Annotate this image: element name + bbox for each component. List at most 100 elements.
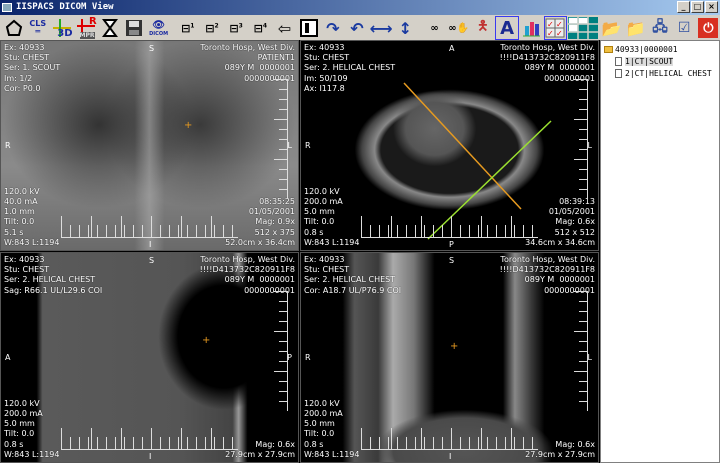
orientation-top: S (149, 44, 155, 53)
overlay-line: Tilt: 0.0 (4, 429, 35, 439)
overlay-line: 089Y M 0000001 (524, 275, 595, 285)
layout-4-icon: ⊟4 (253, 21, 267, 35)
app-icon (2, 3, 12, 12)
horizontal-scale-ruler (361, 428, 538, 450)
vertical-scale-ruler (274, 291, 288, 411)
svg-text:✓: ✓ (556, 20, 563, 29)
overlay-line: Tilt: 0.0 (4, 217, 35, 227)
orientation-bottom: P (449, 240, 454, 249)
open-folder-button[interactable]: 📁 (624, 16, 647, 40)
crosshair-marker[interactable]: + (450, 341, 458, 352)
overlay-line: Toronto Hosp, West Div. (200, 255, 295, 264)
viewport-grid: Ex: 40933 Stu: CHEST Ser: 1. SCOUT Im: 1/2 C… (0, 40, 600, 463)
tree-root-study[interactable]: 40933|0000001 (604, 44, 678, 55)
save-button[interactable] (123, 16, 146, 40)
overlay-bottom-left: 120.0 kV 200.0 mA 5.0 mm Tilt: 0.0 0.8 s W:84… (4, 399, 59, 460)
arrow-left-icon: ⇦ (277, 18, 292, 38)
overlay-line: Ex: 40933 (304, 43, 345, 52)
overlay-line: Ex: 40933 (4, 43, 45, 52)
hourglass-button[interactable] (99, 16, 122, 40)
rotate-left-button[interactable]: ↶ (345, 16, 368, 40)
layout-3-button[interactable]: ⊟3 (225, 16, 248, 40)
overlay-line: Cor: P0.0 (4, 83, 41, 93)
measure-button[interactable]: 🯅 (471, 16, 494, 40)
crosshair-marker[interactable]: + (202, 335, 210, 346)
overlay-line: 089Y M 0000001 (524, 63, 595, 73)
rotate-right-button[interactable]: ↷ (321, 16, 344, 40)
layout-4-button[interactable]: ⊟4 (249, 16, 272, 40)
overlay-line: PATIENT1 (257, 53, 295, 63)
title-bar: IISPACS DICOM View _ □ × (0, 0, 720, 15)
window-title: IISPACS DICOM View (16, 2, 114, 12)
tree-series-1[interactable]: 1|CT|SCOUT (615, 56, 674, 67)
overlay-line: W:843 L:1194 (4, 237, 60, 247)
mpr-button[interactable]: R MPR (75, 16, 98, 40)
overlay-line: Im: 50/109 (304, 73, 348, 83)
cls-button[interactable]: CLS ═ (26, 16, 49, 40)
orientation-right: L (587, 353, 592, 362)
orientation-left: A (5, 353, 11, 362)
svg-text:✓: ✓ (547, 20, 554, 29)
viewport-coronal[interactable]: Ex: 40933 Stu: CHEST Ser: 2. HELICAL CHEST… (300, 252, 599, 463)
minimize-button[interactable]: _ (677, 1, 690, 13)
overlay-top-right: Toronto Hosp, West Div. !!!!D413732C82091… (500, 43, 595, 84)
checklist-icon: ☑ (677, 20, 691, 36)
series-label: 2|CT|HELICAL CHEST (625, 69, 712, 78)
orientation-left: R (5, 141, 11, 150)
overlay-line: 0.8 s (4, 439, 24, 449)
dicom-info-button[interactable]: 👁 DICOM (147, 16, 170, 40)
invert-button[interactable] (297, 16, 320, 40)
overlay-line: W:843 L:1194 (304, 237, 360, 247)
overlay-line: 120.0 kV (304, 186, 340, 196)
floppy-disk-icon (126, 20, 143, 36)
orientation-left: R (305, 353, 311, 362)
overlay-line: Tilt: 0.0 (304, 429, 335, 439)
pan-button[interactable]: ∞✋ (447, 16, 470, 40)
flip-vertical-button[interactable]: ↕ (394, 16, 417, 40)
overlay-top-left: Ex: 40933 Stu: CHEST Ser: 2. HELICAL CHEST… (4, 255, 102, 296)
crosshair-marker[interactable]: + (184, 120, 192, 131)
colormap-button[interactable] (520, 16, 543, 40)
layout-2-button[interactable]: ⊟2 (200, 16, 223, 40)
grid-check-icon: ✓ ✓✓ ✓ (545, 18, 565, 38)
document-icon (615, 69, 622, 78)
overlay-line: Ser: 2. HELICAL CHEST (304, 63, 396, 73)
overlay-line: !!!!D413732C820911F8 (499, 53, 595, 63)
mpr-label: MPR (79, 32, 95, 39)
3d-button[interactable]: 3D (50, 16, 73, 40)
overlay-line: !!!!D413732C820911F8 (499, 265, 595, 275)
screen-layout-button[interactable] (568, 16, 599, 40)
home-icon (5, 19, 22, 36)
overlay-top-left: Ex: 40933 Stu: CHEST Ser: 2. HELICAL CHEST… (304, 43, 395, 94)
overlay-line: 200.0 mA (304, 196, 343, 206)
open-study-button[interactable]: 📂 (600, 16, 623, 40)
orange-reference-line[interactable] (403, 82, 522, 210)
overlay-line: 0.8 s (304, 439, 324, 449)
overlay-line: Ser: 2. HELICAL CHEST (4, 275, 96, 285)
orientation-bottom: I (449, 452, 452, 461)
overlay-line: Toronto Hosp, West Div. (500, 255, 595, 264)
overlay-line: !!!!D413732C820911F8 (199, 265, 295, 275)
viewport-scout[interactable]: Ex: 40933 Stu: CHEST Ser: 1. SCOUT Im: 1/2 C… (0, 40, 299, 251)
flip-vertical-icon: ↕ (398, 18, 413, 38)
overlay-line: 089Y M 0000001 (224, 275, 295, 285)
viewport-axial[interactable]: Ex: 40933 Stu: CHEST Ser: 2. HELICAL CHEST… (300, 40, 599, 251)
close-button[interactable]: × (705, 1, 718, 13)
select-images-button[interactable]: ✓ ✓ ✓ ✓ (543, 16, 568, 40)
overlay-top-right: Toronto Hosp, West Div. !!!!D413732C82091… (200, 255, 295, 296)
back-button[interactable]: ⇦ (273, 16, 296, 40)
tree-series-2[interactable]: 2|CT|HELICAL CHEST (615, 68, 712, 79)
maximize-button[interactable]: □ (691, 1, 704, 13)
overlay-line: 27.9cm x 27.9cm (525, 449, 595, 459)
viewport-sagittal[interactable]: Ex: 40933 Stu: CHEST Ser: 2. HELICAL CHEST… (0, 252, 299, 463)
equals-icon: ═ (35, 27, 41, 36)
zoom-button[interactable]: ∞ (423, 16, 446, 40)
network-button[interactable]: 🖧 (648, 16, 671, 40)
overlay-top-right: Toronto Hosp, West Div. PATIENT1 089Y M 00… (200, 43, 295, 84)
home-button[interactable] (2, 16, 25, 40)
exit-button[interactable]: ⏻ (697, 16, 720, 40)
annotation-text-button[interactable]: A (495, 16, 519, 40)
checklist-button[interactable]: ☑ (673, 16, 696, 40)
flip-horizontal-button[interactable]: ⟷ (370, 16, 393, 40)
layout-1-button[interactable]: ⊟1 (176, 16, 199, 40)
